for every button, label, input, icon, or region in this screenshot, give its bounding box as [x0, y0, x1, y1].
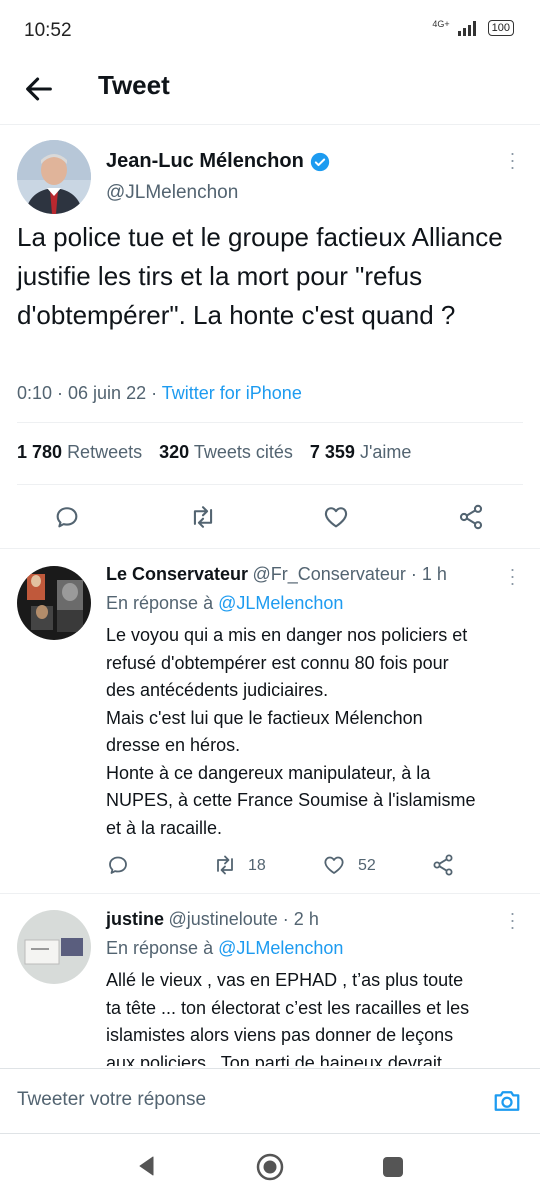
tweet-text: La police tue et le groupe factieux Alli… — [17, 222, 503, 330]
reply-text: Le voyou qui a mis en danger nos policie… — [106, 622, 526, 842]
reply-avatar[interactable] — [17, 910, 91, 984]
battery-icon: 100 — [487, 20, 514, 36]
reply-avatar[interactable] — [17, 566, 91, 640]
quotes-count: 320 — [159, 442, 190, 462]
reply-icon[interactable] — [106, 853, 130, 877]
nav-back-icon[interactable] — [134, 1154, 158, 1178]
reply-to-prefix: En réponse à — [106, 938, 219, 958]
reply-line: des antécédents judiciaires. — [106, 680, 329, 700]
likes-count: 7 359 — [309, 442, 355, 462]
status-time: 10:52 — [24, 20, 72, 41]
author-name[interactable]: Jean-Luc Mélenchon — [106, 150, 304, 173]
signal-icon — [457, 21, 476, 36]
share-icon[interactable] — [431, 853, 455, 877]
quotes-label: Tweets cités — [193, 442, 293, 462]
nav-home-icon[interactable] — [255, 1152, 285, 1182]
retweet-icon[interactable] — [188, 503, 218, 531]
retweet-count: 18 — [248, 857, 266, 874]
retweets-count: 1 780 — [17, 442, 63, 462]
reply-line: ta tête ... ton électorat c’est les raca… — [106, 997, 470, 1018]
page-title: Tweet — [98, 70, 170, 100]
camera-icon[interactable] — [492, 1086, 522, 1116]
reply-line: aux policiers . Ton parti de haineux dev… — [106, 1052, 442, 1067]
network-type: 4G+ — [432, 18, 450, 29]
reply-line: Allé le vieux , vas en EPHAD , t’as plus… — [106, 970, 464, 990]
retweets-label: Retweets — [67, 442, 143, 462]
tweet-timestamp: 0:10 · 06 juin 22 · — [17, 383, 162, 403]
reply-line: refusé d'obtempérer est connu 80 fois po… — [106, 652, 449, 673]
reply-to-link[interactable]: @JLMelenchon — [218, 938, 343, 958]
reply-text: Allé le vieux , vas en EPHAD , t’as plus… — [106, 967, 531, 1066]
reply-line: Le voyou qui a mis en danger nos policie… — [106, 625, 468, 645]
reply-line: Mais c'est lui que le factieux Mélenchon — [106, 707, 423, 728]
quotes-stat[interactable]: 320 Tweets cités — [159, 442, 293, 463]
reply-composer[interactable]: Tweeter votre réponse — [0, 1068, 540, 1134]
reply-handle-time: @Fr_Conservateur · 1 h — [252, 564, 447, 584]
tweet-source-link[interactable]: Twitter for iPhone — [162, 383, 302, 403]
reply-icon[interactable] — [53, 503, 81, 531]
reply-line: dresse en héros. — [106, 735, 241, 755]
like-count: 52 — [358, 857, 376, 874]
likes-label: J'aime — [359, 442, 412, 462]
more-options-icon[interactable]: · · · — [506, 144, 518, 176]
reply-handle-time: @justineloute · 2 h — [168, 909, 319, 929]
in-reply-to: En réponse à @JLMelenchon — [106, 593, 343, 614]
share-icon[interactable] — [457, 503, 485, 531]
reply-line: Honte à ce dangereux manipulateur, à la — [106, 762, 431, 783]
system-navigation-bar — [0, 1132, 540, 1200]
likes-stat[interactable]: 7 359 J'aime — [310, 442, 412, 463]
in-reply-to: En réponse à @JLMelenchon — [106, 938, 343, 959]
more-options-icon[interactable]: · · · — [506, 560, 518, 592]
back-arrow-icon[interactable] — [22, 72, 56, 106]
like-icon[interactable] — [322, 503, 350, 531]
more-options-icon[interactable]: · · · — [506, 904, 518, 936]
reply-line: et à la racaille. — [106, 817, 223, 838]
reply-to-prefix: En réponse à — [106, 593, 219, 613]
author-handle[interactable]: @JLMelenchon — [106, 182, 238, 204]
nav-recents-icon[interactable] — [382, 1156, 404, 1178]
system-icons: 4G+ 100 — [432, 18, 514, 36]
reply-to-link[interactable]: @JLMelenchon — [218, 593, 343, 613]
retweet-icon[interactable] — [212, 853, 238, 877]
retweets-stat[interactable]: 1 780 Retweets — [17, 442, 142, 463]
reply-author-name[interactable]: justine — [106, 909, 164, 929]
status-bar: 10:52 4G+ 100 — [0, 0, 540, 60]
author-avatar[interactable] — [17, 140, 91, 214]
reply-line: islamistes alors viens pas donner de leç… — [106, 1025, 454, 1045]
reply-author-name[interactable]: Le Conservateur — [106, 564, 248, 584]
reply-input-placeholder[interactable]: Tweeter votre réponse — [17, 1089, 206, 1111]
reply-line: NUPES, à cette France Soumise à l'islami… — [106, 790, 476, 810]
verified-badge-icon — [310, 152, 329, 171]
top-app-bar: Tweet — [0, 60, 540, 125]
tweet-meta: 0:10 · 06 juin 22 · Twitter for iPhone — [17, 383, 302, 404]
like-icon[interactable] — [322, 853, 346, 877]
tweet-stats: 1 780 Retweets 320 Tweets cités 7 359 J'… — [17, 442, 411, 463]
